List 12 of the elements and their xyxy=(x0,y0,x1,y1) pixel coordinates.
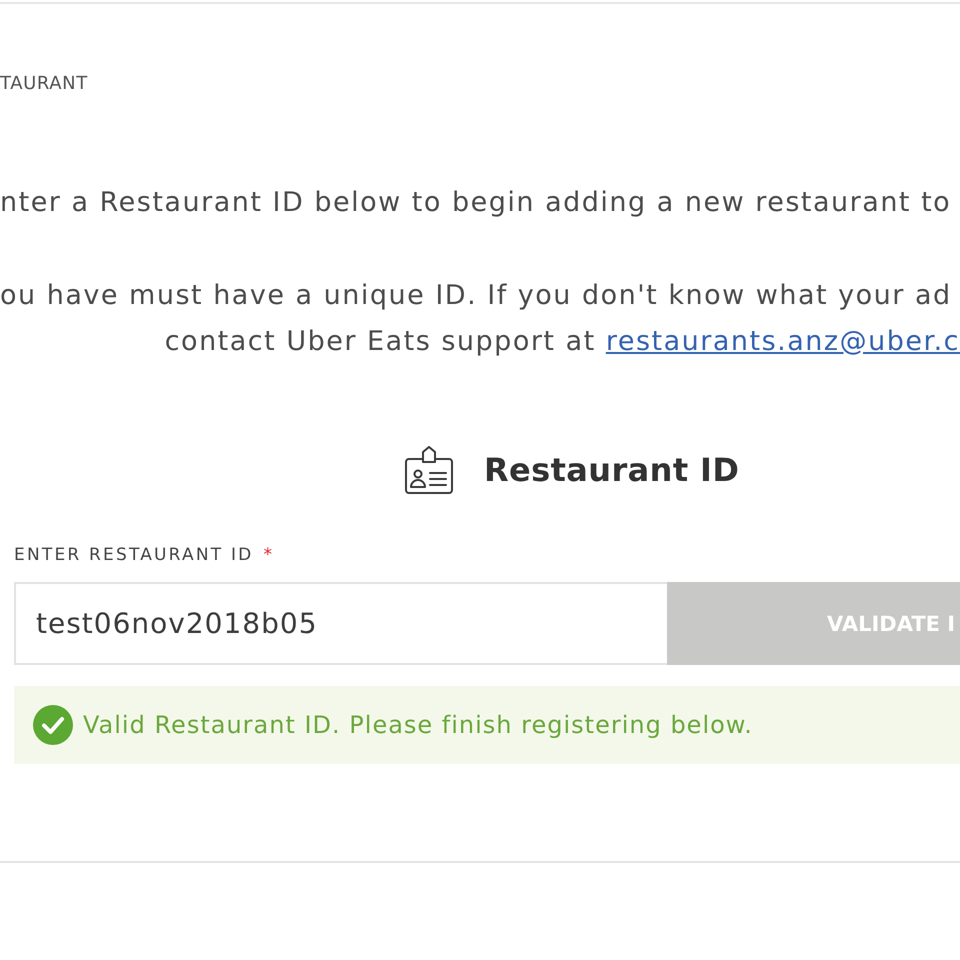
status-message: Valid Restaurant ID. Please finish registering below. xyxy=(83,711,753,739)
check-icon xyxy=(33,705,73,745)
section-title: TAURANT xyxy=(0,74,88,94)
support-text: contact Uber Eats support at restaurants.anz@uber.c xyxy=(164,325,960,359)
section-heading: Restaurant ID xyxy=(484,450,740,490)
field-label: ENTER RESTAURANT ID xyxy=(14,545,254,565)
intro-text: ou have must have a unique ID. If you don't know what your ad xyxy=(0,279,952,313)
required-mark: * xyxy=(263,545,274,565)
intro-text: nter a Restaurant ID below to begin adding a new restaurant to xyxy=(0,186,952,220)
email-link[interactable]: restaurants.anz@uber.c xyxy=(606,326,960,357)
id-badge-icon xyxy=(404,446,454,494)
input-field[interactable]: test06nov2018b05 xyxy=(14,582,667,665)
